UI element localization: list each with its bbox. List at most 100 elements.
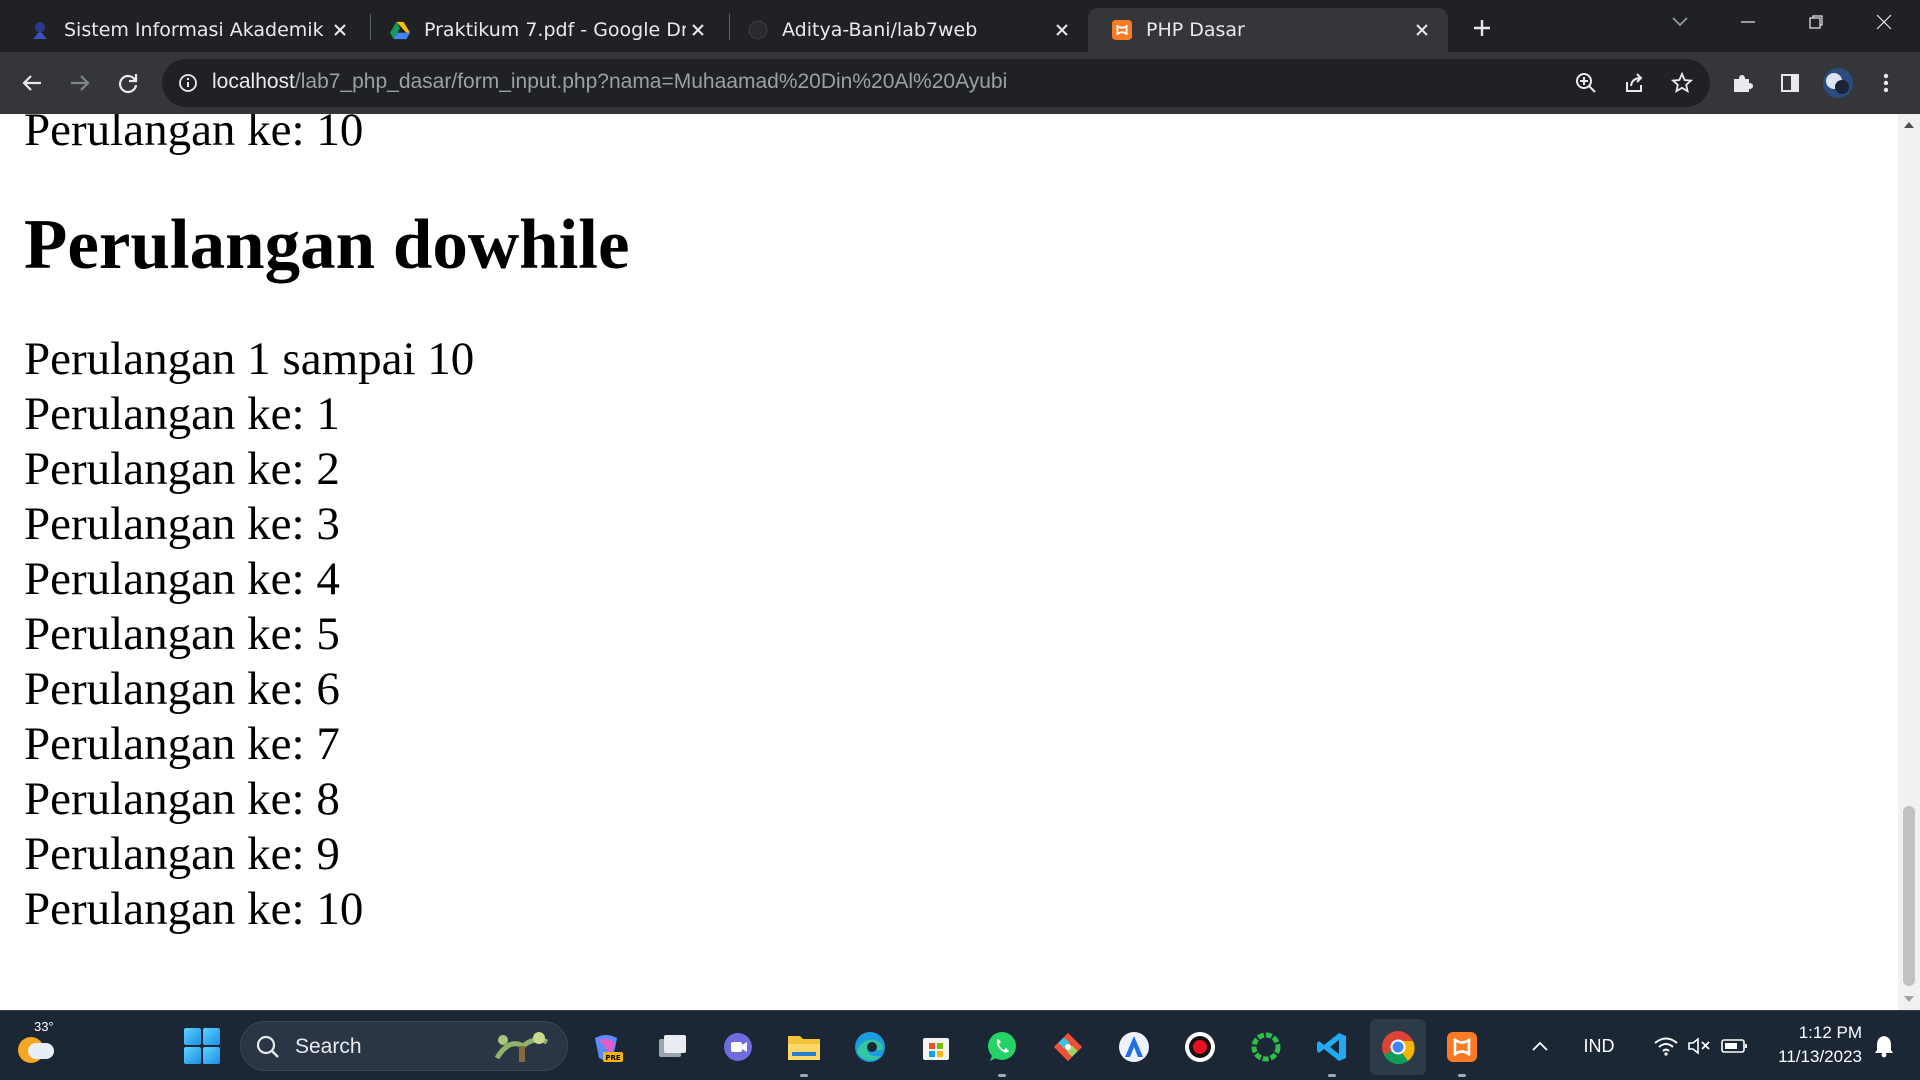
notifications-button[interactable] <box>1864 1011 1904 1080</box>
loop-line: Perulangan ke: 5 <box>24 608 340 660</box>
avatar-icon <box>1823 68 1853 98</box>
svg-text:PRE: PRE <box>605 1054 621 1062</box>
share-button[interactable] <box>1616 65 1652 101</box>
side-panel-button[interactable] <box>1772 65 1808 101</box>
edge-icon[interactable] <box>848 1025 892 1069</box>
close-window-button[interactable] <box>1856 0 1912 44</box>
puzzle-icon <box>1734 75 1753 92</box>
clock-date: 11/13/2023 <box>1778 1047 1862 1066</box>
running-indicator <box>1458 1074 1466 1077</box>
url-path: /lab7_php_dasar/form_input.php?nama=Muha… <box>294 70 1008 93</box>
section-heading: Perulangan dowhile <box>24 206 630 284</box>
last-loop-line-previous: Perulangan ke: 10 <box>24 114 364 156</box>
taskbar-search[interactable]: Search <box>240 1021 568 1071</box>
loop-line: Perulangan ke: 10 <box>24 883 364 935</box>
windows-logo-icon <box>184 1028 201 1045</box>
clock[interactable]: 1:12 PM 11/13/2023 <box>1748 1021 1862 1069</box>
language-indicator[interactable]: IND <box>1574 1011 1624 1080</box>
loop-line: Perulangan ke: 8 <box>24 773 340 825</box>
xampp-icon[interactable] <box>1440 1025 1484 1077</box>
reload-icon <box>118 74 138 94</box>
url-text[interactable]: localhost/lab7_php_dasar/form_input.php?… <box>212 70 1007 94</box>
loop-line: Perulangan ke: 2 <box>24 443 340 495</box>
copilot-pre-icon[interactable]: PRE <box>584 1025 628 1069</box>
page-content: Perulangan ke: 10 Perulangan ke: 10 Peru… <box>24 114 630 937</box>
arrow-right-icon <box>71 75 90 91</box>
university-favicon-icon <box>30 20 50 40</box>
back-button[interactable] <box>14 65 50 101</box>
loop-line: Perulangan ke: 9 <box>24 828 340 880</box>
more-vertical-icon <box>1883 73 1889 93</box>
app-ring-icon[interactable] <box>1244 1025 1288 1069</box>
screen-recorder-icon[interactable] <box>1178 1025 1222 1069</box>
quick-settings-button[interactable] <box>1636 1011 1766 1080</box>
close-tab-icon[interactable] <box>328 18 352 42</box>
search-icon <box>256 1035 279 1058</box>
minimize-button[interactable] <box>1720 0 1776 44</box>
tab-github[interactable]: Aditya-Bani/lab7web <box>724 8 1088 52</box>
loop-line: Perulangan ke: 4 <box>24 553 340 605</box>
site-info-icon[interactable] <box>176 71 200 95</box>
reload-button[interactable] <box>110 65 146 101</box>
loop-line: Perulangan ke: 6 <box>24 663 340 715</box>
windows-logo-pane <box>184 1047 201 1064</box>
loop-intro: Perulangan 1 sampai 10 <box>24 333 475 385</box>
bookmark-button[interactable] <box>1664 65 1700 101</box>
chrome-icon[interactable] <box>1370 1019 1426 1075</box>
restore-icon <box>1809 15 1823 29</box>
address-bar[interactable]: localhost/lab7_php_dasar/form_input.php?… <box>162 59 1710 107</box>
browser-toolbar: localhost/lab7_php_dasar/form_input.php?… <box>0 52 1920 114</box>
close-tab-icon[interactable] <box>686 18 710 42</box>
chrome-menu-button[interactable] <box>1868 65 1904 101</box>
google-drive-icon <box>390 20 410 40</box>
windows-taskbar: 33° Search PRE IND 1:12 PM 11/13/2023 <box>0 1010 1920 1080</box>
chevron-up-icon <box>1532 1041 1548 1051</box>
chevron-down-icon <box>1672 17 1688 27</box>
side-panel-icon <box>1781 74 1799 92</box>
tab-search-button[interactable] <box>1652 0 1708 44</box>
tab-php-dasar[interactable]: PHP Dasar <box>1088 8 1448 52</box>
tab-title: PHP Dasar <box>1146 19 1245 41</box>
tab-strip: Sistem Informasi Akademik Praktikum 7.pd… <box>0 0 1920 52</box>
share-icon <box>1626 73 1643 92</box>
bell-icon <box>1875 1036 1893 1058</box>
new-tab-button[interactable] <box>1466 12 1498 44</box>
file-explorer-icon[interactable] <box>782 1025 826 1077</box>
start-button[interactable] <box>184 1028 220 1064</box>
task-view-icon[interactable] <box>650 1025 694 1069</box>
xampp-icon <box>1112 20 1132 40</box>
zoom-button[interactable] <box>1568 65 1604 101</box>
teams-chat-icon[interactable] <box>716 1025 760 1069</box>
vpn-icon[interactable] <box>1112 1025 1156 1069</box>
scroll-up-arrow-icon[interactable] <box>1904 122 1914 128</box>
scrollbar-thumb[interactable] <box>1903 806 1915 986</box>
tab-google-drive[interactable]: Praktikum 7.pdf - Google Drive <box>366 8 724 52</box>
scroll-down-arrow-icon[interactable] <box>1904 996 1914 1002</box>
extensions-button[interactable] <box>1724 65 1760 101</box>
loop-line: Perulangan ke: 3 <box>24 498 340 550</box>
git-icon[interactable] <box>1046 1025 1090 1069</box>
wifi-icon <box>1654 1037 1678 1056</box>
minimize-icon <box>1741 21 1755 23</box>
tab-title: Aditya-Bani/lab7web <box>782 19 978 41</box>
running-indicator <box>800 1074 808 1077</box>
github-icon <box>748 20 768 40</box>
battery-icon <box>1721 1039 1747 1053</box>
volume-muted-icon <box>1688 1037 1710 1055</box>
restore-button[interactable] <box>1788 0 1844 44</box>
running-indicator <box>998 1074 1006 1077</box>
close-tab-icon[interactable] <box>1050 18 1074 42</box>
show-hidden-icons-button[interactable] <box>1520 1011 1560 1080</box>
profile-avatar[interactable] <box>1820 65 1856 101</box>
vscode-icon[interactable] <box>1310 1025 1354 1077</box>
tab-title: Sistem Informasi Akademik <box>64 19 324 41</box>
microsoft-store-icon[interactable] <box>914 1025 958 1069</box>
close-tab-icon[interactable] <box>1410 18 1434 42</box>
forward-button[interactable] <box>62 65 98 101</box>
running-indicator <box>1328 1074 1336 1077</box>
whatsapp-icon[interactable] <box>980 1025 1024 1077</box>
tab-sistem-informasi[interactable]: Sistem Informasi Akademik <box>6 8 366 52</box>
search-label: Search <box>295 1035 362 1058</box>
vertical-scrollbar[interactable] <box>1898 114 1920 1010</box>
close-icon <box>1876 14 1892 30</box>
